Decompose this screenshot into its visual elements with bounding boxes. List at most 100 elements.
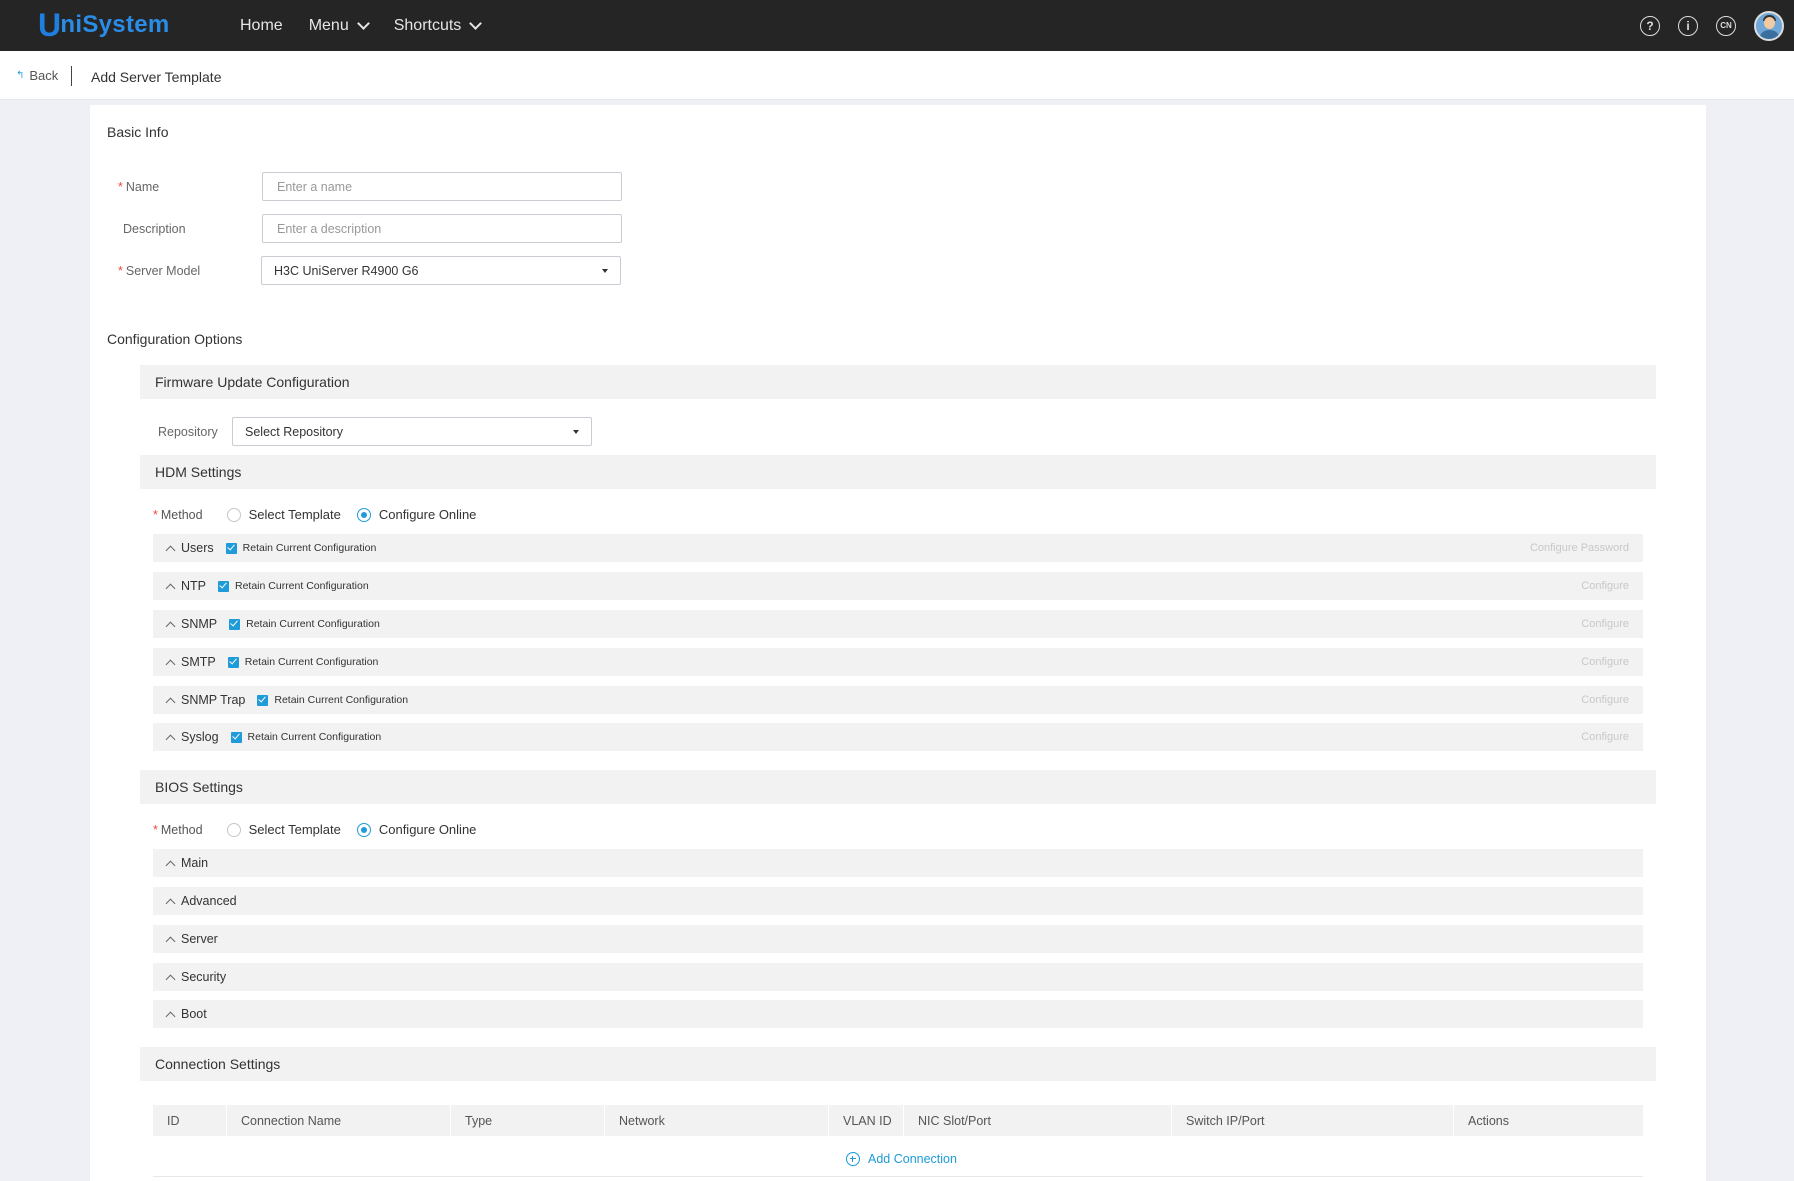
bios-row-security[interactable]: Security [153,963,1643,991]
bios-radio-select-template[interactable]: Select Template [226,822,341,837]
bios-title: BIOS Settings [155,779,243,795]
info-icon[interactable]: i [1678,15,1698,36]
top-right-icons: ? i CN [1622,0,1784,51]
hdm-row-smtp[interactable]: SMTP Retain Current Configuration Config… [153,648,1643,676]
basic-info-title: Basic Info [107,124,169,140]
retain-checkbox-checked-icon[interactable] [257,694,269,706]
hdm-method-row: * Method Select Template Configure Online [153,507,492,522]
hdm-row-snmp[interactable]: SNMP Retain Current Configuration Config… [153,610,1643,638]
hdm-radio-select-template-label: Select Template [248,507,341,522]
table-divider [153,1176,1643,1177]
hdm-row-ntp[interactable]: NTP Retain Current Configuration Configu… [153,572,1643,600]
repository-select[interactable]: Select Repository [232,417,592,446]
nav-shortcuts[interactable]: Shortcuts [393,16,483,35]
retain-label: Retain Current Configuration [246,618,380,630]
bios-method-row: * Method Select Template Configure Online [153,822,492,837]
language-icon[interactable]: CN [1716,15,1736,36]
chevron-up-icon [165,898,176,908]
bios-row-label: Main [181,856,209,870]
column-header-actions: Actions [1468,1113,1509,1128]
add-connection-label: Add Connection [868,1152,957,1166]
logo-text: niSystem [60,11,170,38]
repository-label: Repository [158,425,218,439]
configure-link[interactable]: Configure [1581,656,1629,668]
bios-row-boot[interactable]: Boot [153,1000,1643,1028]
hdm-row-syslog[interactable]: Syslog Retain Current Configuration Conf… [153,723,1643,751]
name-label: * Name [118,180,159,194]
radio-selected-icon [356,822,371,837]
add-circle-icon [846,1152,860,1166]
chevron-up-icon [165,936,176,946]
retain-checkbox-checked-icon[interactable] [229,618,241,630]
retain-label: Retain Current Configuration [244,656,379,668]
bios-radio-configure-online-label: Configure Online [378,822,477,837]
nav-menu-label: Menu [308,16,349,34]
name-input[interactable]: Enter a name [262,172,622,201]
server-model-select[interactable]: H3C UniServer R4900 G6 [261,256,621,285]
column-header-id: ID [153,1105,227,1136]
caret-down-icon [573,430,579,434]
firmware-section-header: Firmware Update Configuration [140,365,1656,399]
chevron-up-icon [165,621,176,631]
repository-value: Select Repository [245,424,343,439]
hdm-row-label: Users [181,541,214,555]
chevron-up-icon [165,545,176,555]
unisystem-logo[interactable]: UniSystem [38,6,170,44]
nav-shortcuts-label: Shortcuts [393,16,462,34]
bios-row-advanced[interactable]: Advanced [153,887,1643,915]
column-header-nic-slot-port: NIC Slot/Port [904,1105,1172,1136]
hdm-radio-configure-online[interactable]: Configure Online [356,507,477,522]
add-connection-button[interactable]: Add Connection [846,1152,957,1166]
chevron-up-icon [165,1011,176,1021]
server-model-value: H3C UniServer R4900 G6 [274,263,419,278]
hdm-row-label: NTP [181,579,206,593]
column-header-vlan-id: VLAN ID [829,1105,904,1136]
configure-link[interactable]: Configure [1581,694,1629,706]
bios-row-server[interactable]: Server [153,925,1643,953]
bios-section-header: BIOS Settings [140,770,1656,804]
hdm-row-label: SNMP [181,617,218,631]
retain-checkbox-checked-icon[interactable] [227,656,239,668]
retain-label: Retain Current Configuration [235,580,369,592]
nav-home[interactable]: Home [240,17,283,35]
column-header-connection-name: Connection Name [227,1105,451,1136]
back-arrow-icon: ↰ [16,70,25,81]
back-button[interactable]: ↰ Back [16,68,58,83]
hdm-row-label: SNMP Trap [181,693,246,707]
bios-radio-select-template-label: Select Template [248,822,341,837]
configure-link[interactable]: Configure [1581,580,1629,592]
bios-row-label: Security [181,970,227,984]
column-header-switch-ip-port: Switch IP/Port [1172,1105,1454,1136]
connection-table-header: ID Connection Name Type Network VLAN ID … [153,1105,1643,1136]
hdm-radio-configure-online-label: Configure Online [378,507,477,522]
hdm-radio-select-template[interactable]: Select Template [226,507,341,522]
user-avatar[interactable] [1754,10,1784,41]
bios-radio-configure-online[interactable]: Configure Online [356,822,477,837]
help-icon[interactable]: ? [1640,15,1660,36]
avatar-head [1764,16,1775,29]
name-label-text: Name [125,180,160,194]
bios-row-label: Advanced [181,894,237,908]
configure-link[interactable]: Configure [1581,618,1629,630]
hdm-row-label: Syslog [181,730,219,744]
back-label: Back [29,68,59,83]
hdm-row-label: SMTP [181,655,216,669]
nav-menu[interactable]: Menu [308,16,370,35]
description-label: Description [123,222,186,236]
retain-checkbox-checked-icon[interactable] [225,542,237,554]
hdm-row-users[interactable]: Users Retain Current Configuration Confi… [153,534,1643,562]
bios-method-label: * Method [153,823,203,837]
hdm-row-snmp-trap[interactable]: SNMP Trap Retain Current Configuration C… [153,686,1643,714]
bios-row-main[interactable]: Main [153,849,1643,877]
nav-home-label: Home [240,16,283,34]
configure-password-link[interactable]: Configure Password [1530,542,1629,554]
configure-link[interactable]: Configure [1581,731,1629,743]
radio-selected-icon [356,507,371,522]
retain-checkbox-checked-icon[interactable] [230,731,242,743]
retain-checkbox-checked-icon[interactable] [218,580,229,592]
chevron-up-icon [165,659,176,669]
description-input[interactable]: Enter a description [262,214,622,243]
radio-icon [226,507,241,522]
chevron-up-icon [165,734,176,744]
retain-label: Retain Current Configuration [274,694,409,706]
